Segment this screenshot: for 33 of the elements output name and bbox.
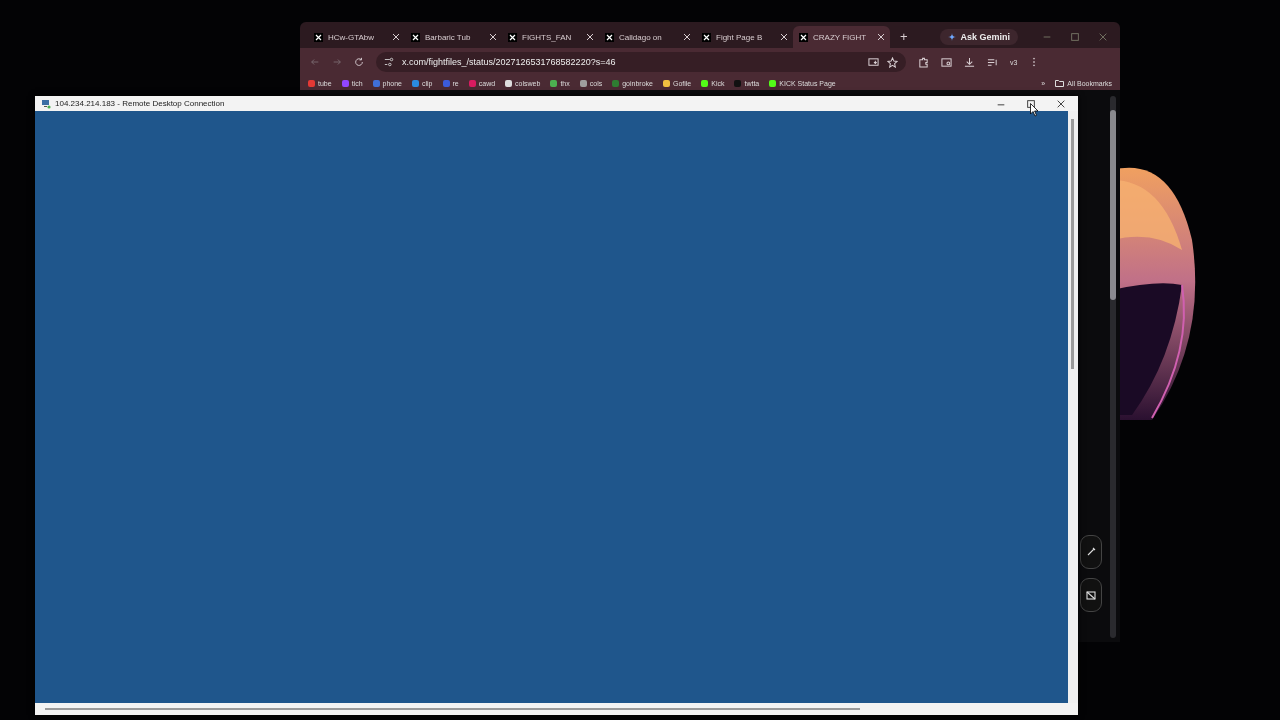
close-icon[interactable] xyxy=(1056,98,1066,109)
pen-icon[interactable] xyxy=(1085,546,1097,558)
browser-tab[interactable]: CRAZY FIGHT xyxy=(793,26,890,48)
computer-icon xyxy=(41,98,51,109)
reload-icon[interactable] xyxy=(354,57,364,67)
sidebar-icon[interactable] xyxy=(941,56,952,68)
ask-button[interactable]: Ask Gemini xyxy=(940,29,1018,45)
cursor-icon xyxy=(1030,103,1039,117)
new-tab-button[interactable]: + xyxy=(900,29,908,44)
site-icon xyxy=(314,32,323,42)
window-title: 104.234.214.183 - Remote Desktop Connection xyxy=(55,99,225,108)
scrollbar[interactable] xyxy=(1110,96,1116,638)
install-icon[interactable] xyxy=(868,56,879,68)
site-icon xyxy=(411,32,420,42)
download-icon[interactable] xyxy=(964,56,975,68)
address-bar[interactable]: x.com/fightfiles_/status/2027126531768582220?s=46 xyxy=(376,52,906,72)
message-button[interactable] xyxy=(1080,578,1102,612)
tune-icon[interactable] xyxy=(384,57,394,67)
folder-icon xyxy=(1055,79,1065,87)
site-icon xyxy=(799,32,808,42)
browser-tab[interactable]: Fight Page B xyxy=(696,26,793,48)
browser-tab[interactable]: Barbaric Tub xyxy=(405,26,502,48)
site-icon xyxy=(605,32,614,42)
browser-tab[interactable]: Calldago on xyxy=(599,26,696,48)
star-icon[interactable] xyxy=(887,56,898,68)
site-icon xyxy=(702,32,711,42)
maximize-icon[interactable] xyxy=(1026,98,1036,109)
extension-icon[interactable] xyxy=(918,56,929,68)
browser-tab[interactable]: FIGHTS_FAN xyxy=(502,26,599,48)
sparkle-icon xyxy=(948,33,957,41)
site-icon xyxy=(508,32,517,42)
media-icon[interactable] xyxy=(987,56,998,68)
browser-tab[interactable]: HCw-GTAbw xyxy=(308,26,405,48)
